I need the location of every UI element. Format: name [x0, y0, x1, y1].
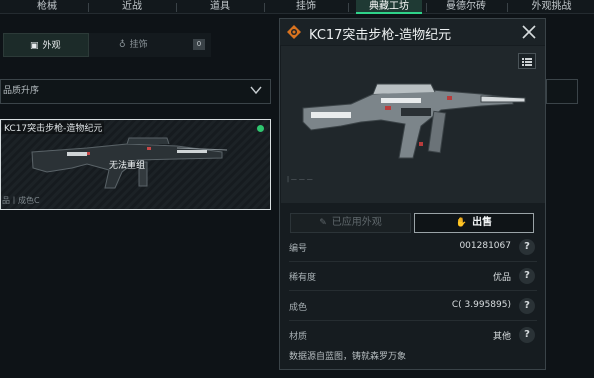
hand-coin-icon: ✋	[455, 218, 468, 228]
tab-items[interactable]: 道具	[178, 0, 262, 14]
sort-dropdown[interactable]: 品质升序	[0, 79, 271, 104]
sell-button[interactable]: ✋ 出售	[414, 213, 534, 233]
detail-row-wear: 成色 C( 3.995895) ?	[289, 296, 537, 316]
sell-button-label: 出售	[472, 217, 493, 228]
close-icon[interactable]	[521, 24, 537, 40]
subtab-pendant[interactable]: ♁ 挂饰	[91, 33, 181, 57]
applied-appearance-button[interactable]: ✎ 已应用外观	[290, 213, 411, 233]
tab-divider	[507, 3, 508, 12]
help-icon[interactable]: ?	[519, 268, 535, 284]
chevron-down-icon	[250, 86, 262, 95]
tab-appearance-challenge[interactable]: 外观挑战	[509, 0, 594, 14]
tab-divider	[264, 3, 265, 12]
charm-icon: ♁	[119, 40, 126, 50]
row-key: 编号	[289, 244, 308, 254]
applied-appearance-label: 已应用外观	[331, 217, 382, 228]
tab-collection-workshop[interactable]: 典藏工坊	[356, 0, 422, 14]
filter-box-right[interactable]	[546, 79, 578, 104]
tab-divider	[176, 3, 177, 12]
preview-watermark: | — — —	[287, 176, 313, 183]
row-key: 稀有度	[289, 273, 317, 283]
help-icon[interactable]: ?	[519, 327, 535, 343]
row-key: 材质	[289, 332, 308, 342]
detail-row-material: 材质 其他 ?	[289, 325, 537, 345]
row-key: 成色	[289, 303, 308, 313]
card-item-name: KC17突击步枪-造物纪元	[2, 121, 105, 134]
row-value: 001281067	[459, 241, 511, 251]
weapon-preview: | — — —	[281, 46, 545, 203]
panel-header: KC17突击步枪-造物纪元	[280, 19, 545, 45]
top-nav: 枪械 近战 道具 挂饰 典藏工坊 曼德尔砖 外观挑战	[0, 0, 594, 14]
tab-guns[interactable]: 枪械	[8, 0, 86, 14]
subtab-pendant-label: 挂饰	[129, 40, 148, 50]
panel-title: KC17突击步枪-造物纪元	[309, 28, 452, 43]
row-divider	[289, 320, 537, 321]
brush-icon: ✎	[319, 218, 327, 228]
subtab-appearance-label: 外观	[42, 41, 61, 51]
app-root: 枪械 近战 道具 挂饰 典藏工坊 曼德尔砖 外观挑战 ▣ 外观 ♁ 挂饰 0 品质升…	[0, 0, 594, 378]
subtab-appearance[interactable]: ▣ 外观	[3, 33, 89, 57]
item-detail-panel: KC17突击步枪-造物纪元 | — — — ✎ 已应用外观 ✋ 出售 编号 00…	[279, 18, 546, 370]
tab-melee[interactable]: 近战	[90, 0, 174, 14]
status-dot	[257, 125, 264, 132]
detail-row-rarity: 稀有度 优品 ?	[289, 266, 537, 286]
row-value: 其他	[492, 332, 511, 342]
sort-dropdown-label: 品质升序	[3, 86, 40, 96]
item-card[interactable]: KC17突击步枪-造物纪元 无法重组 品丨成色C	[0, 119, 271, 210]
pendant-count-badge: 0	[193, 39, 205, 50]
tab-pendants[interactable]: 挂饰	[266, 0, 346, 14]
help-icon[interactable]: ?	[519, 298, 535, 314]
rifle-render-icon	[302, 83, 526, 159]
row-divider	[289, 290, 537, 291]
tab-divider	[426, 3, 427, 12]
tab-divider	[348, 3, 349, 12]
help-icon[interactable]: ?	[519, 239, 535, 255]
tab-divider	[88, 3, 89, 12]
sub-tabs: ▣ 外观 ♁ 挂饰 0	[3, 33, 211, 57]
item-description: 数据源自蓝图，铸就森罗万象	[289, 352, 407, 362]
image-icon: ▣	[30, 41, 39, 51]
card-meta: 品丨成色C	[2, 196, 40, 205]
card-status-text: 无法重组	[109, 161, 146, 171]
row-value: C( 3.995895)	[451, 300, 511, 310]
pendant-count: 0	[196, 40, 202, 48]
workshop-logo-icon	[287, 25, 301, 39]
row-value: 优品	[492, 273, 511, 283]
row-divider	[289, 261, 537, 262]
detail-row-serial: 编号 001281067 ?	[289, 237, 537, 257]
tab-mandel-brick[interactable]: 曼德尔砖	[428, 0, 504, 14]
